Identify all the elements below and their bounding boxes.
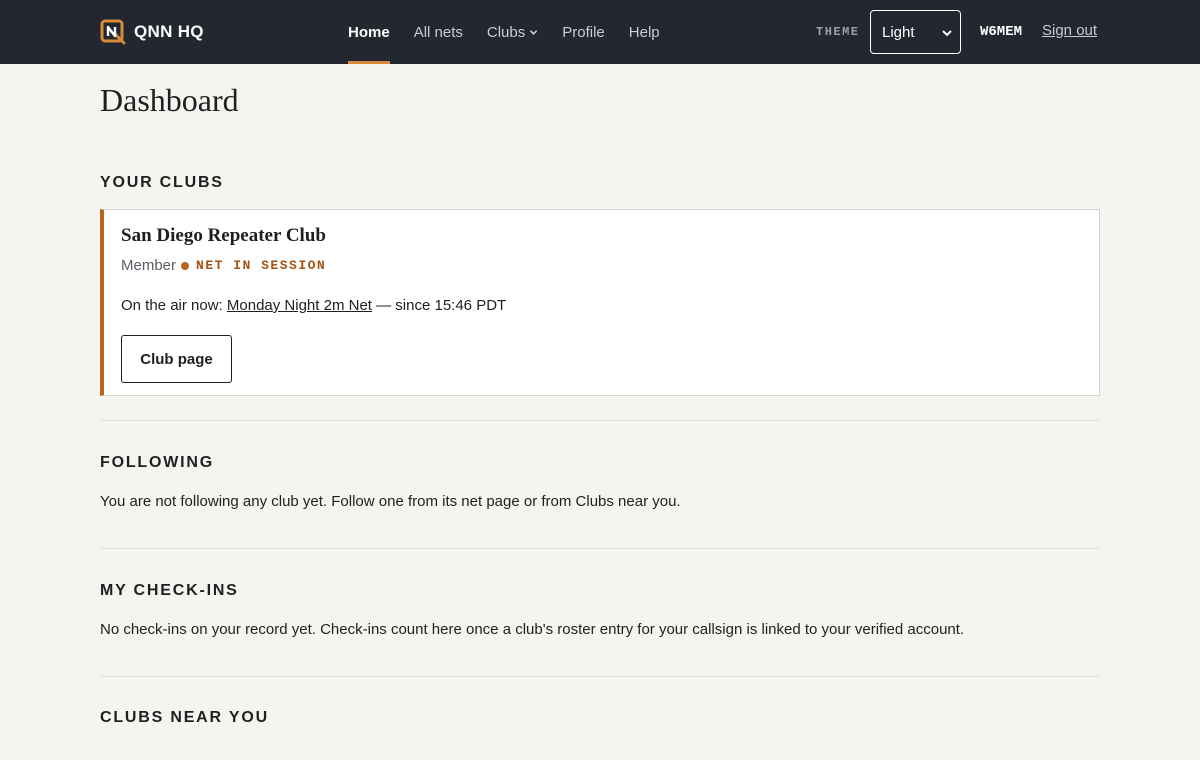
- page-title: Dashboard: [100, 82, 239, 118]
- net-link[interactable]: Monday Night 2m Net: [227, 297, 372, 314]
- user-callsign: W6MEM: [980, 24, 1023, 40]
- my-checkins-heading: MY CHECK-INS: [100, 582, 239, 599]
- on-air-line: On the air now: Monday Night 2m Net — si…: [121, 297, 506, 314]
- clubs-near-you-heading: CLUBS NEAR YOU: [100, 709, 269, 726]
- chevron-down-icon: [942, 30, 952, 37]
- section-divider: [100, 420, 1100, 421]
- on-air-prefix: On the air now:: [121, 297, 227, 314]
- following-heading: FOLLOWING: [100, 454, 214, 471]
- qnn-logo-icon: [100, 19, 126, 45]
- nav-help-label: Help: [628, 23, 660, 41]
- theme-label: THEME: [816, 25, 860, 39]
- brand-name: QNN HQ: [134, 22, 204, 41]
- club-role: Member: [121, 257, 177, 274]
- nav-clubs[interactable]: Clubs: [487, 0, 538, 64]
- brand[interactable]: QNN HQ: [100, 19, 204, 45]
- your-clubs-heading: YOUR CLUBS: [100, 174, 224, 191]
- theme-select-value: Light: [882, 23, 915, 41]
- nav-help[interactable]: Help: [629, 0, 660, 64]
- nav-all-nets[interactable]: All nets: [414, 0, 463, 64]
- club-card: San Diego Repeater Club Member NET IN SE…: [100, 209, 1100, 396]
- section-divider: [100, 548, 1100, 549]
- status-dot-icon: [181, 261, 190, 270]
- nav-clubs-label: Clubs: [486, 23, 526, 41]
- club-meta: Member NET IN SESSION: [121, 257, 326, 274]
- sign-out-link[interactable]: Sign out: [1042, 22, 1097, 39]
- section-divider: [100, 676, 1100, 677]
- club-name: San Diego Repeater Club: [121, 225, 326, 246]
- nav-home-label: Home: [348, 23, 390, 41]
- club-page-button[interactable]: Club page: [121, 335, 232, 383]
- theme-select[interactable]: Light: [870, 10, 961, 54]
- checkins-empty-text: No check-ins on your record yet. Check-i…: [100, 621, 965, 638]
- on-air-since: — since 15:46 PDT: [371, 297, 507, 314]
- nav-profile-label: Profile: [562, 23, 605, 41]
- following-empty-text: You are not following any club yet. Foll…: [100, 493, 681, 510]
- chevron-down-icon: [530, 29, 538, 35]
- nav-profile[interactable]: Profile: [562, 0, 605, 64]
- nav-all-nets-label: All nets: [413, 23, 463, 41]
- nav-home[interactable]: Home: [348, 0, 390, 64]
- main-nav: Home All nets Clubs Profile Help: [348, 0, 684, 64]
- net-status-badge: NET IN SESSION: [196, 258, 327, 273]
- top-navigation-bar: QNN HQ Home All nets Clubs Profile Help …: [0, 0, 1200, 64]
